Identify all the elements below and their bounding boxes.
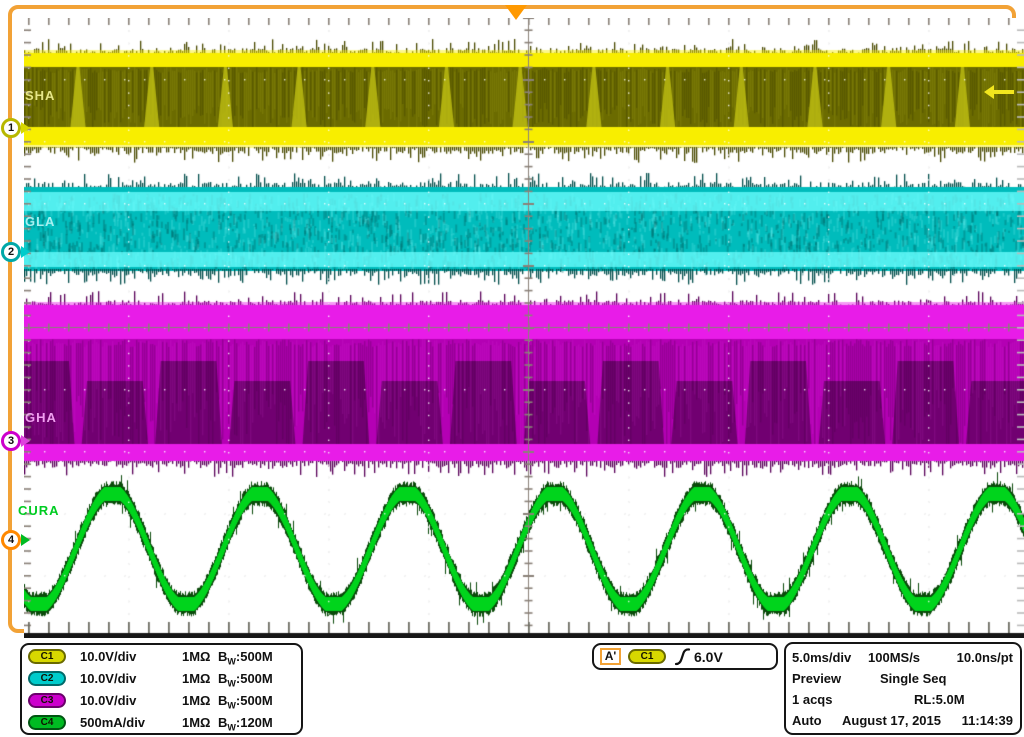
channel1-bandwidth: BW:500M [218, 649, 273, 667]
trigger-readout-box[interactable]: A' C1 6.0V [592, 643, 778, 670]
sample-resolution: 10.0ns/pt [957, 650, 1013, 665]
channel4-impedance: 1MΩ [182, 715, 210, 730]
channel2-impedance: 1MΩ [182, 671, 210, 686]
channel4-marker-arrow-icon [21, 534, 30, 546]
sample-rate: 100MS/s [868, 650, 920, 665]
acquisition-count: 1 acqs [792, 692, 832, 707]
timebase-scale: 5.0ms/div [792, 650, 851, 665]
channel3-impedance: 1MΩ [182, 693, 210, 708]
channel2-readout-row[interactable]: C2 10.0V/div 1MΩ BW:500M [22, 670, 301, 690]
time-label: 11:14:39 [962, 713, 1013, 728]
channel4-pill[interactable]: C4 [28, 715, 66, 730]
channel4-bandwidth: BW:120M [218, 715, 273, 733]
channel2-bandwidth: BW:500M [218, 671, 273, 689]
timebase-readout-box[interactable]: 5.0ms/div 100MS/s 10.0ns/pt Preview Sing… [784, 642, 1022, 735]
trigger-a-badge: A' [600, 648, 621, 665]
trigger-level-arrow-icon[interactable] [984, 85, 1014, 99]
acquisition-status: Preview [792, 671, 841, 686]
trace-label-gla: GLA [25, 214, 55, 229]
trigger-level-value: 6.0V [694, 649, 723, 665]
waveform-canvas [24, 18, 1024, 638]
trigger-mode: Auto [792, 713, 822, 728]
waveform-display [8, 5, 1016, 633]
channel2-marker-number: 2 [1, 242, 21, 262]
timebase-row-4: Auto August 17, 2015 11:14:39 [786, 713, 1020, 733]
date-label: August 17, 2015 [842, 713, 941, 728]
trigger-position-marker-icon[interactable] [505, 5, 527, 20]
channel1-scale: 10.0V/div [80, 649, 136, 664]
channel1-impedance: 1MΩ [182, 649, 210, 664]
channel3-scale: 10.0V/div [80, 693, 136, 708]
channel2-marker-arrow-icon [21, 246, 30, 258]
channel3-readout-row[interactable]: C3 10.0V/div 1MΩ BW:500M [22, 692, 301, 712]
timebase-row-1: 5.0ms/div 100MS/s 10.0ns/pt [786, 650, 1020, 670]
channel1-marker-arrow-icon [21, 122, 30, 134]
record-length: RL:5.0M [914, 692, 965, 707]
trace-label-gha: GHA [25, 410, 57, 425]
channel4-scale: 500mA/div [80, 715, 145, 730]
channel-readouts-box: C1 10.0V/div 1MΩ BW:500M C2 10.0V/div 1M… [20, 643, 303, 735]
channel4-marker-number: 4 [1, 530, 21, 550]
timebase-row-2: Preview Single Seq [786, 671, 1020, 691]
trigger-level-arrow-head [984, 85, 994, 99]
trace-label-sha: SHA [25, 88, 55, 103]
channel3-pill[interactable]: C3 [28, 693, 66, 708]
rising-slope-icon [674, 647, 691, 667]
trigger-source-pill[interactable]: C1 [628, 649, 666, 664]
channel3-marker-number: 3 [1, 431, 21, 451]
acquisition-mode: Single Seq [880, 671, 946, 686]
trace-label-cura: CURA [18, 503, 60, 518]
channel3-bandwidth: BW:500M [218, 693, 273, 711]
channel1-readout-row[interactable]: C1 10.0V/div 1MΩ BW:500M [22, 648, 301, 668]
channel3-marker-arrow-icon [21, 435, 30, 447]
timebase-row-3: 1 acqs RL:5.0M [786, 692, 1020, 712]
trigger-level-arrow-tail [993, 90, 1014, 94]
channel2-pill[interactable]: C2 [28, 671, 66, 686]
channel1-pill[interactable]: C1 [28, 649, 66, 664]
channel4-readout-row[interactable]: C4 500mA/div 1MΩ BW:120M [22, 714, 301, 734]
channel1-marker-number: 1 [1, 118, 21, 138]
oscilloscope-screen: 1 2 3 4 SHA GLA GHA CURA C1 10.0V/div 1M… [0, 0, 1024, 737]
channel2-scale: 10.0V/div [80, 671, 136, 686]
